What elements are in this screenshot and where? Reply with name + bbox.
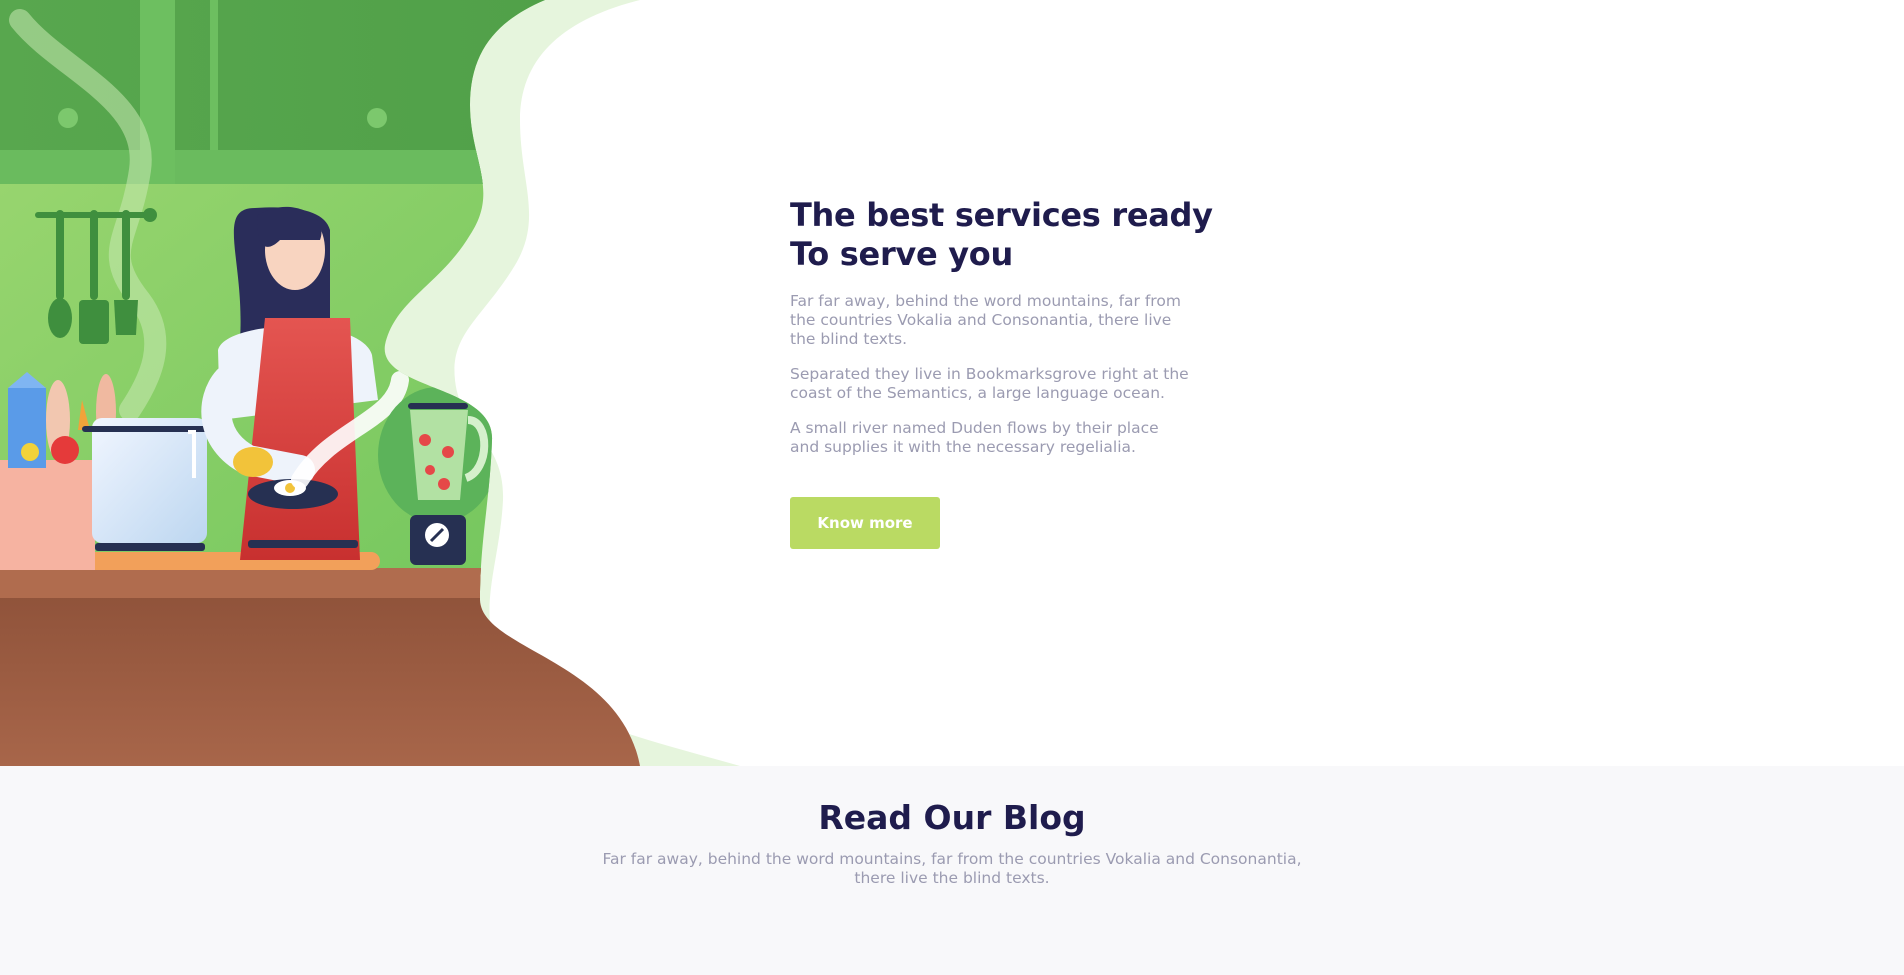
- hero-paragraph-1: Far far away, behind the word mountains,…: [790, 292, 1181, 348]
- hero-paragraph-3: A small river named Duden flows by their…: [790, 419, 1159, 456]
- hero-title: The best services ready To serve you: [790, 196, 1213, 273]
- kitchen-illustration: [0, 0, 740, 766]
- hero-text-block: The best services ready To serve you Far…: [790, 196, 1250, 549]
- hero-section: The best services ready To serve you Far…: [0, 0, 1904, 766]
- blog-title: Read Our Blog: [818, 798, 1086, 837]
- hero-paragraph-2: Separated they live in Bookmarksgrove ri…: [790, 365, 1189, 402]
- pot-icon: [82, 418, 217, 551]
- blog-subtitle: Far far away, behind the word mountains,…: [602, 850, 1302, 887]
- know-more-button[interactable]: Know more: [790, 497, 940, 549]
- cabinet-knob-icon: [58, 108, 78, 128]
- blog-section: Read Our Blog Far far away, behind the w…: [0, 766, 1904, 975]
- cabinet-knob-icon: [367, 108, 387, 128]
